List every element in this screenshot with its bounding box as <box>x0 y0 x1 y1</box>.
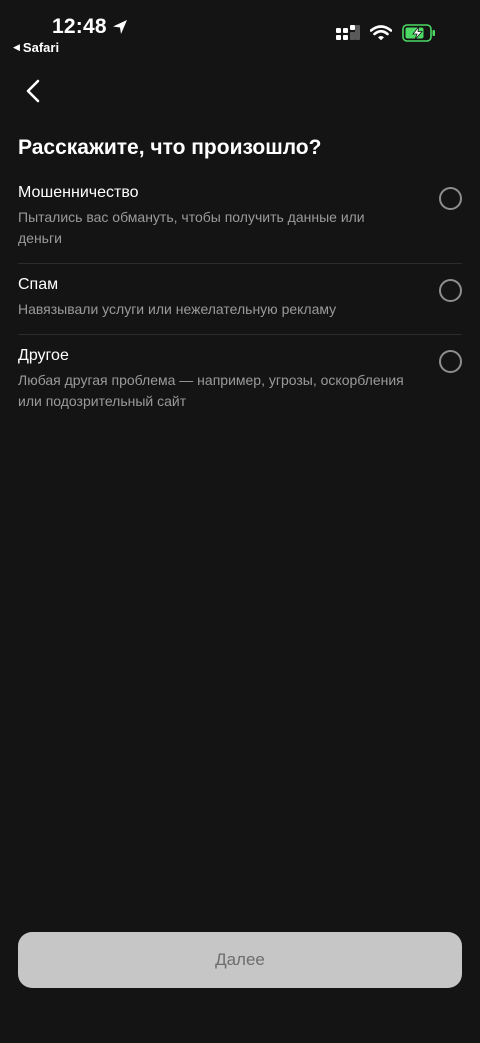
option-title: Спам <box>18 276 59 293</box>
option-description: Навязывали услуги или нежелательную рекл… <box>18 301 337 317</box>
radio-button[interactable] <box>439 350 462 373</box>
location-arrow-icon <box>111 18 129 36</box>
radio-button[interactable] <box>439 279 462 302</box>
option-title: Другое <box>18 347 69 364</box>
reason-options-list: Мошенничество Пытались вас обмануть, что… <box>18 172 462 426</box>
back-to-app-link[interactable]: ◀ Safari <box>13 40 59 55</box>
option-description: Пытались вас обмануть, чтобы получить да… <box>18 209 365 246</box>
option-spam[interactable]: Спам Навязывали услуги или нежелательную… <box>18 264 462 335</box>
option-title: Мошенничество <box>18 184 139 201</box>
cellular-signal-icon <box>336 25 360 46</box>
page-title: Расскажите, что произошло? <box>18 136 322 159</box>
chevron-left-icon <box>26 79 40 103</box>
option-fraud[interactable]: Мошенничество Пытались вас обмануть, что… <box>18 172 462 264</box>
time-label: 12:48 <box>52 15 107 38</box>
battery-charging-icon <box>402 24 436 47</box>
back-triangle-icon: ◀ <box>13 42 20 52</box>
status-indicators <box>336 24 436 47</box>
back-app-label: Safari <box>22 40 60 55</box>
status-bar: 12:48 ◀ Safari <box>0 0 480 60</box>
status-time: 12:48 <box>52 15 129 39</box>
wifi-icon <box>369 25 393 46</box>
option-description: Любая другая проблема — например, угрозы… <box>18 372 404 409</box>
radio-button[interactable] <box>439 187 462 210</box>
option-other[interactable]: Другое Любая другая проблема — например,… <box>18 335 462 426</box>
back-button[interactable] <box>18 76 48 106</box>
next-button[interactable]: Далее <box>18 932 462 988</box>
